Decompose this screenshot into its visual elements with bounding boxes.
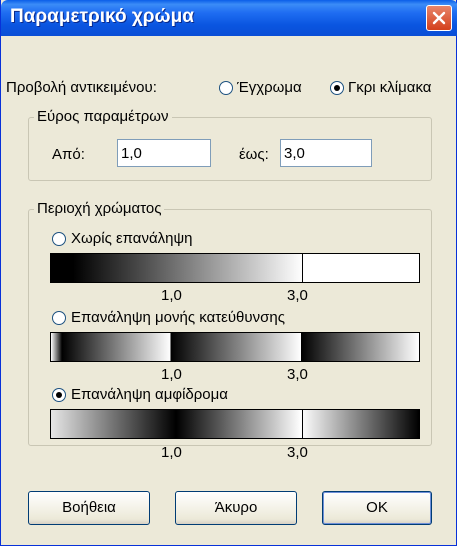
cancel-button[interactable]: Άκυρο [175, 491, 297, 525]
ok-button[interactable]: OK [322, 491, 432, 525]
one-way-repeat-gradient-bar [50, 332, 420, 362]
to-label: έως: [239, 146, 269, 163]
tick-start: 1,0 [161, 287, 182, 304]
object-view-label: Προβολή αντικειμένου: [6, 79, 157, 96]
end-marker [302, 410, 303, 438]
two-way-repeat-gradient-bar [50, 409, 420, 439]
two-way-repeat-radio[interactable] [52, 388, 66, 402]
tick-start: 1,0 [161, 366, 182, 383]
help-button[interactable]: Βοήθεια [28, 491, 150, 525]
color-radio[interactable] [219, 81, 233, 95]
close-icon [432, 11, 446, 25]
close-button[interactable] [426, 5, 452, 31]
to-input[interactable] [280, 139, 372, 167]
tick-end: 3,0 [287, 287, 308, 304]
dialog-title: Παραμετρικό χρώμα [10, 6, 194, 27]
end-marker [302, 254, 303, 282]
grayscale-radio-label[interactable]: Γκρι κλίμακα [348, 79, 431, 96]
no-repeat-gradient-bar [50, 253, 420, 283]
from-label: Από: [52, 146, 85, 163]
color-radio-label[interactable]: Έγχρωμα [237, 79, 302, 96]
no-repeat-label[interactable]: Χωρίς επανάληψη [71, 230, 193, 247]
grayscale-radio[interactable] [330, 81, 344, 95]
dialog-window: Παραμετρικό χρώμα Προβολή αντικειμένου: … [0, 0, 457, 546]
one-way-repeat-label[interactable]: Επανάληψη μονής κατεύθυνσης [71, 309, 285, 326]
no-repeat-radio[interactable] [52, 232, 66, 246]
title-bar[interactable]: Παραμετρικό χρώμα [1, 0, 457, 36]
tick-end: 3,0 [287, 444, 308, 461]
parameter-range-title: Εύρος παραμέτρων [34, 108, 172, 125]
one-way-repeat-radio[interactable] [52, 311, 66, 325]
tick-end: 3,0 [287, 366, 308, 383]
two-way-repeat-label[interactable]: Επανάληψη αμφίδρομα [71, 386, 228, 403]
from-input[interactable] [117, 139, 211, 167]
tick-start: 1,0 [161, 444, 182, 461]
color-area-title: Περιοχή χρώματος [34, 200, 165, 217]
